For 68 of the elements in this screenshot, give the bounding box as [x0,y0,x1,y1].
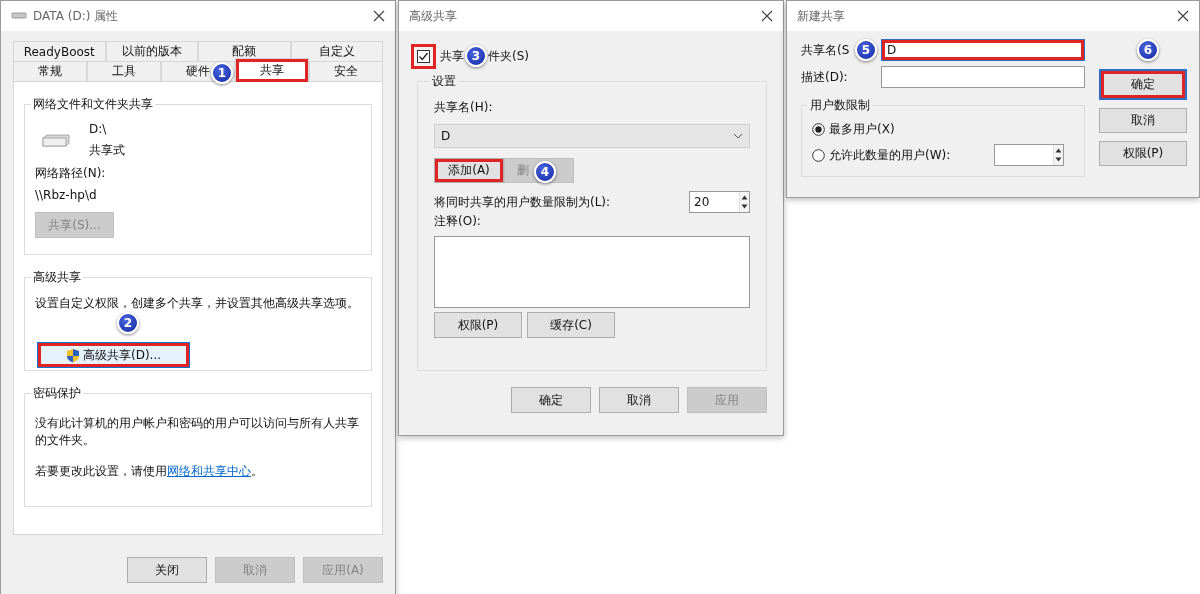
dialog-button[interactable]: 权限(P) [434,312,522,338]
description-text: 没有此计算机的用户帐户和密码的用户可以访问与所有人共享的文件夹。 [35,415,360,449]
field-label: 将同时共享的用户数量限制为(L): [434,193,611,211]
dialog-button[interactable]: 缓存(C) [527,312,615,338]
tab[interactable]: 配额 [198,41,291,61]
step-number-badge: 2 [117,312,139,334]
field-label: 共享名(H): [434,99,494,116]
comment-field[interactable] [434,236,750,308]
dialog-button[interactable]: 确定 [511,387,591,413]
network-path: \\Rbz-hp\d [35,188,98,202]
shield-icon [65,347,80,363]
hint-text: 若要更改此设置，请使用网络和共享中心。 [35,463,264,480]
share-name-dropdown[interactable]: D [434,124,750,148]
dialog-button[interactable]: 取消 [1099,108,1187,133]
number-spinner[interactable] [994,144,1064,166]
tab[interactable]: 共享 [235,58,309,82]
tab[interactable]: ReadyBoost [13,41,106,61]
close-icon[interactable] [761,10,773,22]
dialog-button[interactable]: 高级共享(D)... [37,342,190,368]
description-field[interactable] [881,66,1085,88]
dialog-button[interactable]: 添加(A) [434,158,504,183]
tab[interactable]: 工具 [87,61,161,81]
group-title: 密码保护 [31,386,83,401]
group-title: 高级共享 [31,270,83,285]
tab[interactable]: 常规 [13,61,87,81]
window-title: DATA (D:) 属性 [33,7,119,25]
tab[interactable]: 安全 [309,61,383,81]
dialog-button[interactable]: 确定 [1099,69,1187,100]
dialog-button[interactable]: 权限(P) [1099,141,1187,166]
field-label: 网络路径(N): [35,165,107,182]
field-label: 共享名(S [801,41,850,59]
group-title: 网络文件和文件夹共享 [31,97,155,112]
radio-label[interactable]: 允许此数量的用户(W): [829,146,951,164]
tab[interactable]: 以前的版本 [105,41,198,61]
step-number-badge: 3 [465,45,487,67]
close-icon[interactable] [1177,10,1189,22]
network-center-link[interactable]: 网络和共享中心 [167,464,251,478]
dialog-button[interactable]: 取消 [599,387,679,413]
radio-button[interactable] [812,123,825,136]
down-arrow-icon [1054,155,1063,164]
checkbox-label[interactable]: 共享 [440,47,464,65]
window-title: 高级共享 [409,7,457,25]
window-title: 新建共享 [797,7,845,25]
checkbox[interactable] [417,49,430,63]
check-icon [418,50,429,62]
step-number-badge: 6 [1137,39,1159,61]
radio-label[interactable]: 最多用户(X) [829,121,895,138]
drive-label: D:\ [89,122,108,136]
tab[interactable]: 自定义 [290,41,383,61]
field-label: 描述(D): [801,68,848,86]
up-arrow-icon [1054,146,1063,155]
up-arrow-icon [740,193,749,202]
share-name-field[interactable]: D [881,39,1085,61]
number-spinner[interactable]: 20 [689,191,750,213]
share-status: 共享式 [89,142,125,159]
description-text: 设置自定义权限，创建多个共享，并设置其他高级共享选项。 [35,295,360,312]
drive-icon [11,12,27,20]
close-icon[interactable] [373,10,385,22]
radio-button[interactable] [812,148,825,162]
step-number-badge: 5 [855,39,877,61]
group-title: 用户数限制 [808,98,872,113]
field-label: 注释(O): [434,213,482,230]
group-title: 设置 [430,74,458,89]
drive-icon [41,133,71,148]
checkbox-label[interactable]: 件夹(S) [488,47,529,65]
down-arrow-icon [740,202,749,211]
dialog-button[interactable]: 关闭 [127,557,207,583]
chevron-down-icon [733,133,743,139]
